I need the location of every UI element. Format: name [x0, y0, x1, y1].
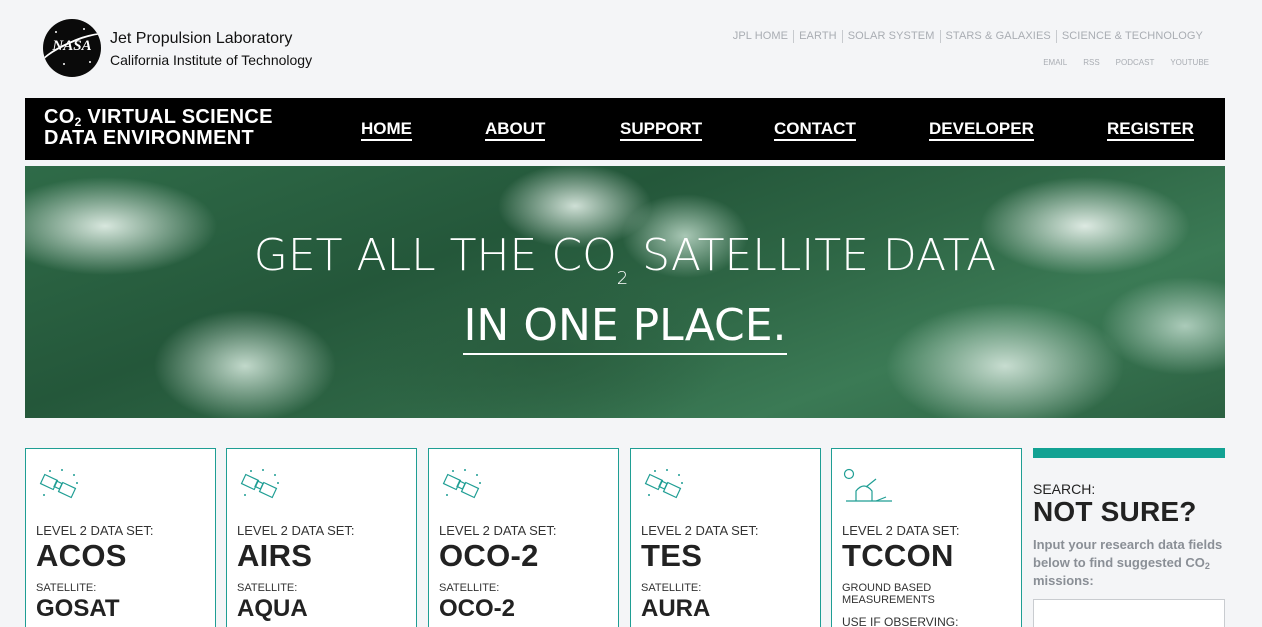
search-accent-bar [1033, 448, 1225, 458]
satellite-label: SATELLITE: [237, 582, 298, 594]
satellite-icon [442, 469, 481, 499]
link-stars-galaxies[interactable]: STARS & GALAXIES [939, 30, 1056, 43]
link-science-technology[interactable]: SCIENCE & TECHNOLOGY [1055, 30, 1208, 43]
nav-support[interactable]: SUPPORT [620, 120, 703, 141]
link-solar-system[interactable]: SOLAR SYSTEM [841, 30, 940, 43]
hero-banner: GET ALL THE CO2 SATELLITE DATA IN ONE PL… [25, 166, 1225, 418]
satellite-icon [644, 469, 683, 499]
nav-home[interactable]: HOME [361, 120, 412, 141]
dataset-card-tccon[interactable]: LEVEL 2 DATA SET: TCCON GROUND BASED MEA… [831, 448, 1022, 627]
nav-about[interactable]: ABOUT [485, 120, 546, 141]
org-name[interactable]: Jet Propulsion Laboratory [110, 30, 292, 48]
satellite-label: SATELLITE: [439, 582, 500, 594]
search-title: NOT SURE? [1033, 496, 1197, 527]
satellite-label: SATELLITE: [36, 582, 97, 594]
satellite-value: GOSAT [36, 595, 120, 622]
level-value: ACOS [36, 538, 127, 573]
top-links: JPL HOME EARTH SOLAR SYSTEM STARS & GALA… [728, 30, 1208, 43]
satellite-icon [39, 469, 78, 499]
observatory-icon [843, 468, 892, 502]
jpl-header: NASA Jet Propulsion Laboratory Californi… [0, 0, 1262, 98]
link-earth[interactable]: EARTH [793, 30, 842, 43]
hero-subheadline-link[interactable]: IN ONE PLACE. [25, 300, 1225, 355]
search-input[interactable] [1033, 599, 1225, 627]
use-if-label: USE IF OBSERVING: [842, 615, 959, 627]
link-podcast[interactable]: PODCAST [1116, 58, 1155, 67]
nasa-logo[interactable]: NASA [43, 19, 101, 77]
nav-register[interactable]: REGISTER [1107, 120, 1194, 141]
level-value: TES [641, 538, 703, 573]
dataset-card-oco2[interactable]: LEVEL 2 DATA SET: OCO-2 SATELLITE: OCO-2 [428, 448, 619, 627]
dataset-card-acos[interactable]: LEVEL 2 DATA SET: ACOS SATELLITE: GOSAT [25, 448, 216, 627]
ground-based-label: GROUND BASED MEASUREMENTS [842, 582, 935, 606]
nasa-logo-word: NASA [52, 38, 92, 54]
main-navbar: CO2 VIRTUAL SCIENCE DATA ENVIRONMENT HOM… [25, 98, 1225, 160]
level-label: LEVEL 2 DATA SET: [36, 523, 154, 538]
dataset-card-tes[interactable]: LEVEL 2 DATA SET: TES SATELLITE: AURA [630, 448, 821, 627]
nav-developer[interactable]: DEVELOPER [929, 120, 1034, 141]
satellite-value: AURA [641, 595, 711, 622]
link-rss[interactable]: RSS [1083, 58, 1099, 67]
level-label: LEVEL 2 DATA SET: [237, 523, 355, 538]
level-value: TCCON [842, 538, 954, 573]
level-label: LEVEL 2 DATA SET: [439, 523, 557, 538]
level-label: LEVEL 2 DATA SET: [641, 523, 759, 538]
level-value: AIRS [237, 538, 313, 573]
org-subtitle[interactable]: California Institute of Technology [110, 52, 312, 68]
satellite-value: OCO-2 [439, 595, 516, 622]
site-title[interactable]: CO2 VIRTUAL SCIENCE DATA ENVIRONMENT [44, 107, 273, 149]
satellite-value: AQUA [237, 595, 308, 622]
link-jpl-home[interactable]: JPL HOME [728, 30, 793, 43]
nav-contact[interactable]: CONTACT [774, 120, 856, 141]
level-label: LEVEL 2 DATA SET: [842, 523, 960, 538]
satellite-icon [240, 469, 279, 499]
search-panel: SEARCH: NOT SURE? Input your research da… [1033, 448, 1225, 627]
link-youtube[interactable]: YOUTUBE [1170, 58, 1209, 67]
hero-headline: GET ALL THE CO2 SATELLITE DATA [253, 230, 997, 289]
satellite-label: SATELLITE: [641, 582, 702, 594]
search-label: SEARCH: [1033, 481, 1096, 497]
search-description: Input your research data fields below to… [1033, 537, 1223, 588]
level-value: OCO-2 [439, 538, 539, 573]
sub-links: EMAIL RSS PODCAST YOUTUBE [1043, 58, 1209, 67]
link-email[interactable]: EMAIL [1043, 58, 1067, 67]
dataset-card-airs[interactable]: LEVEL 2 DATA SET: AIRS SATELLITE: AQUA [226, 448, 417, 627]
